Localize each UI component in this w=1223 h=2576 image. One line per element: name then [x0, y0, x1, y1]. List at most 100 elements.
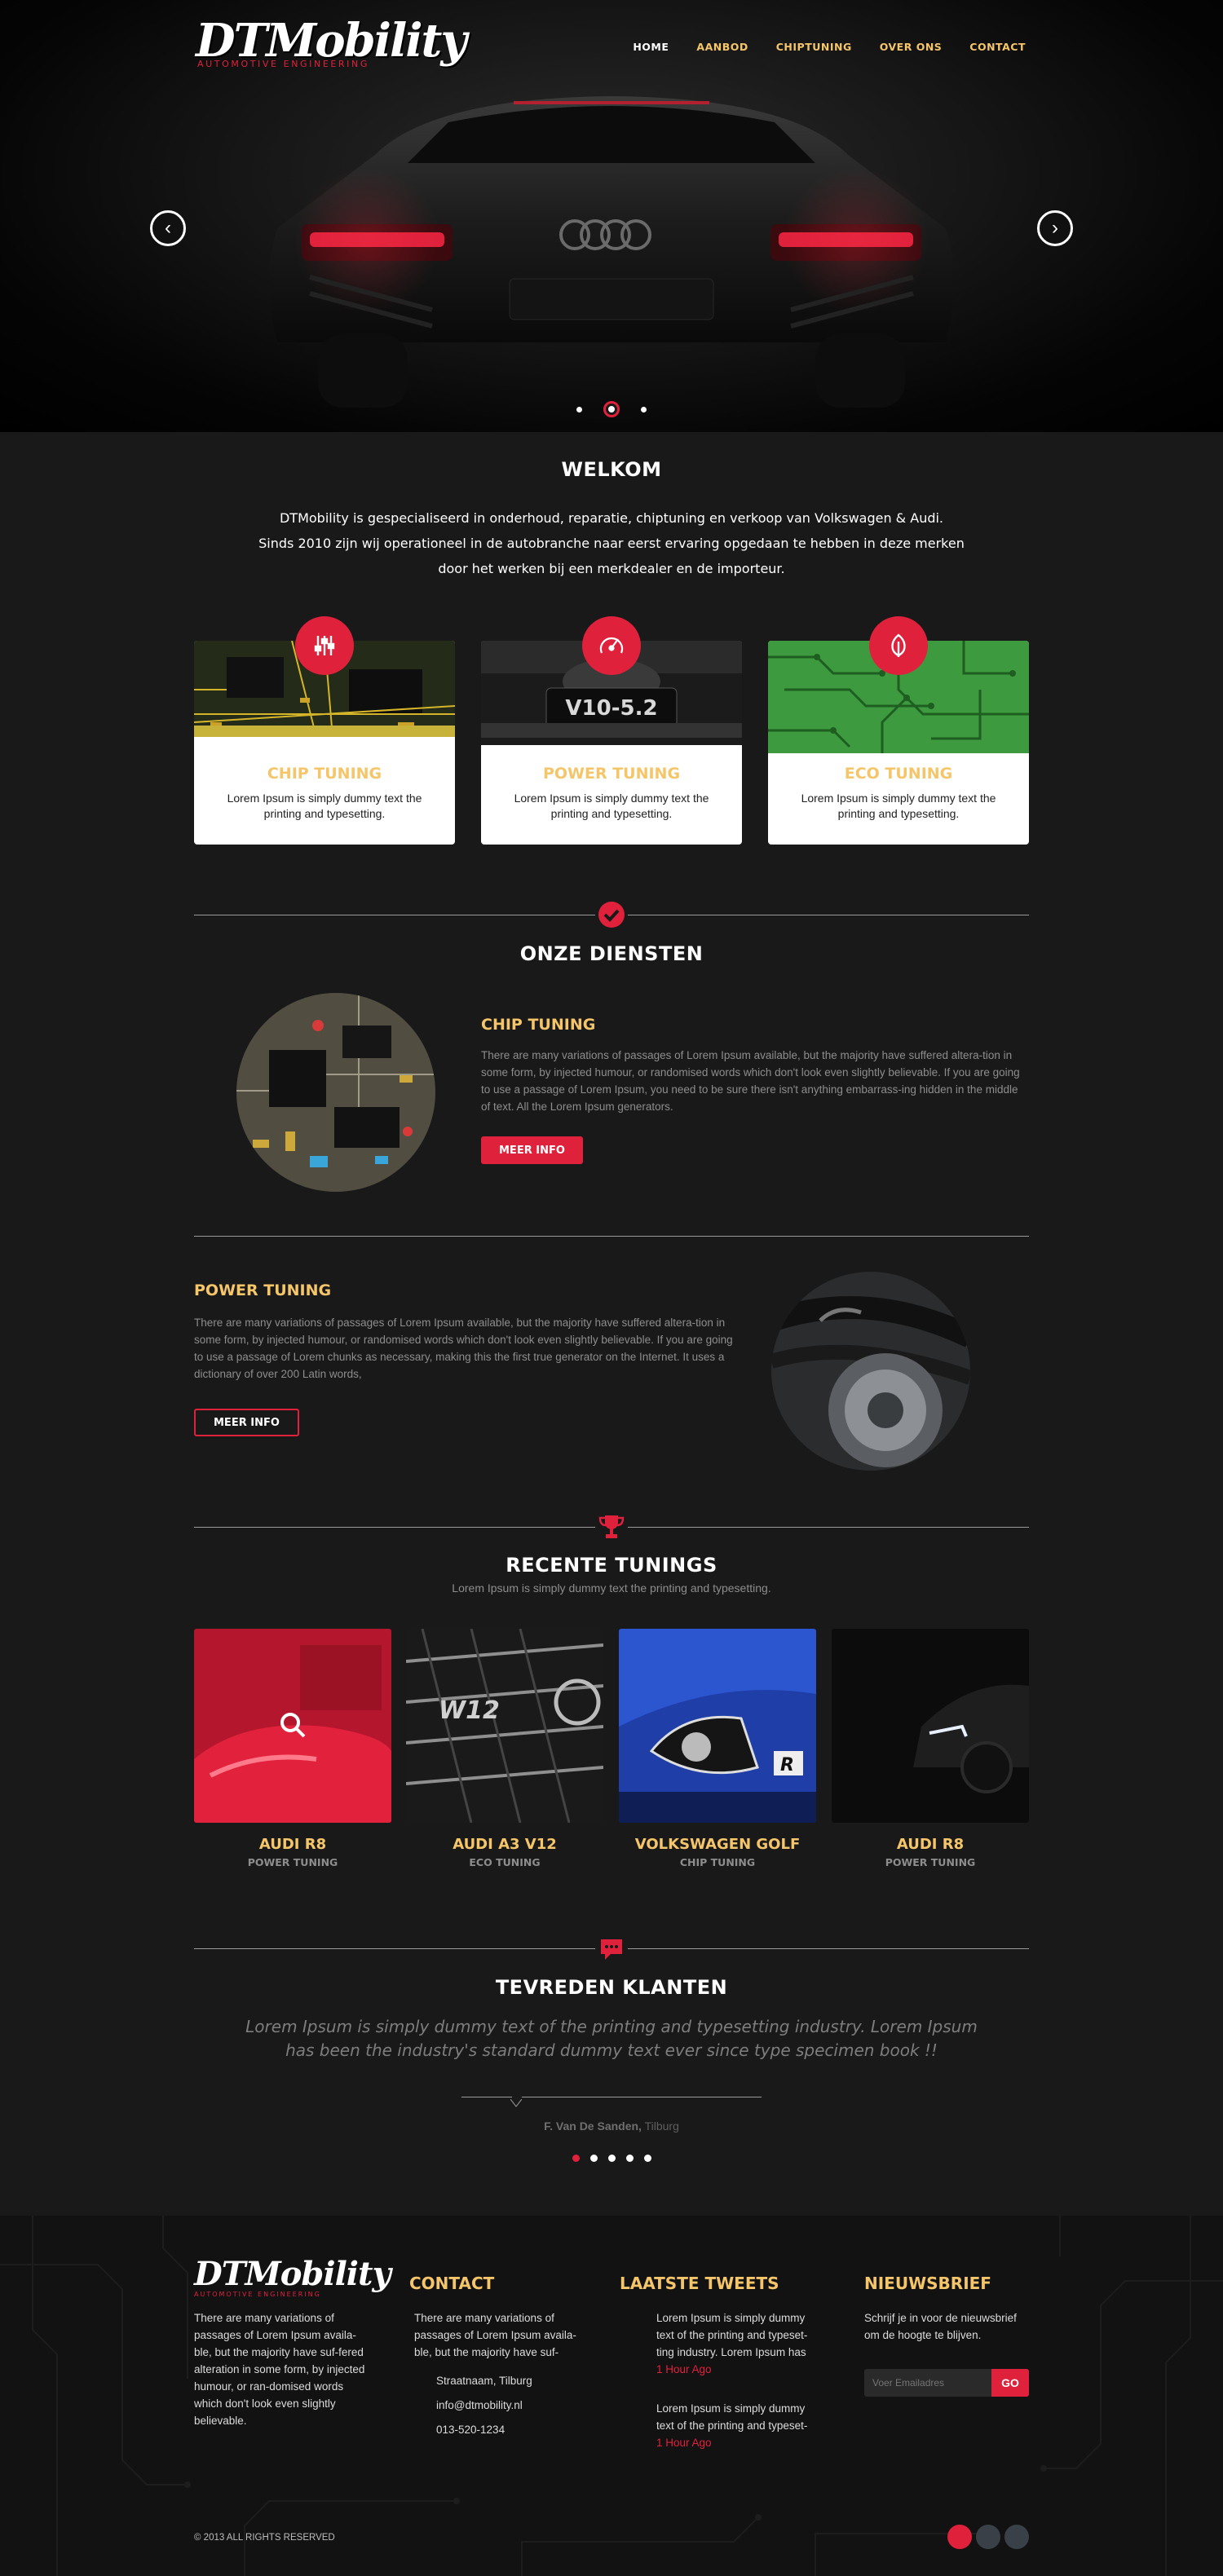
testimonial-dot-active[interactable]	[572, 2155, 580, 2162]
feature-card-eco-tuning[interactable]: ECO TUNING Lorem Ipsum is simply dummy t…	[768, 616, 1029, 845]
brand-logo[interactable]: DTMobility Automotive Engineering	[196, 14, 467, 69]
power-tuning-image	[771, 1272, 970, 1471]
nav-item-aanbod[interactable]: AANBOD	[696, 41, 748, 53]
recent-item-category: CHIP TUNING	[679, 1856, 756, 1868]
footer-about-text: There are many variations of passages of…	[194, 2312, 365, 2427]
magnify-icon[interactable]	[278, 1710, 307, 1744]
newsletter-text: Schrijf je in voor de nieuwsbrief om de …	[864, 2312, 1017, 2341]
main-nav: HOME AANBOD CHIPTUNING OVER ONS CONTACT	[633, 41, 1026, 53]
check-circle-icon	[595, 898, 628, 931]
tweet-time[interactable]: 1 Hour Ago	[656, 2361, 712, 2378]
nav-item-chiptuning[interactable]: CHIPTUNING	[776, 41, 852, 53]
recent-item-name: AUDI A3 V12	[453, 1836, 557, 1853]
engine-label: V10-5.2	[565, 696, 657, 721]
welcome-text: DTMobility is gespecialiseerd in onderho…	[204, 505, 1019, 581]
nav-item-over-ons[interactable]: OVER ONS	[880, 41, 943, 53]
slider-dots	[0, 401, 1223, 417]
grille-badge: R	[780, 1755, 794, 1775]
welcome-line: Sinds 2010 zijn wij operationeel in de a…	[258, 536, 965, 551]
social-icon-1[interactable]	[947, 2525, 972, 2549]
nav-item-contact[interactable]: CONTACT	[969, 41, 1026, 53]
welcome-line: door het werken bij een merkdealer en de…	[438, 561, 785, 576]
footer-street: Straatnaam, Tilburg	[436, 2375, 532, 2387]
trophy-icon	[595, 1511, 628, 1543]
testimonials-title: TEVREDEN KLANTEN	[495, 1976, 728, 1999]
recent-item-name: AUDI R8	[258, 1836, 327, 1853]
recent-item-name: VOLKSWAGEN GOLF	[634, 1836, 801, 1853]
tweet-text: Lorem Ipsum is simply dummy text of the …	[656, 2402, 808, 2432]
footer-brand-name: DTMobility	[194, 2255, 391, 2293]
section-divider	[194, 1236, 1029, 1237]
vw-golf-headlight-image: R	[619, 1629, 816, 1823]
social-icon-2[interactable]	[976, 2525, 1000, 2549]
service-text-power: There are many variations of passages of…	[194, 1317, 733, 1380]
feature-title: ECO TUNING	[844, 765, 953, 783]
nav-item-home[interactable]: HOME	[633, 41, 669, 53]
hero-car-image	[269, 96, 954, 408]
slider-next-button[interactable]: ›	[1037, 210, 1073, 246]
newsletter-email-input[interactable]	[864, 2369, 991, 2397]
feature-text: Lorem Ipsum is simply dummy text the pri…	[514, 792, 709, 820]
social-icon-3[interactable]	[1004, 2525, 1029, 2549]
recent-title: RECENTE TUNINGS	[506, 1554, 717, 1577]
chevron-left-icon: ‹	[165, 217, 171, 239]
hero-slider: DTMobility Automotive Engineering HOME A…	[0, 0, 1223, 432]
testimonial-author: F. Van De Sanden, Tilburg	[0, 2119, 1223, 2133]
slider-prev-button[interactable]: ‹	[150, 210, 186, 246]
newsletter-go-button[interactable]: GO	[991, 2369, 1029, 2397]
service-title-chip: CHIP TUNING	[481, 1016, 596, 1034]
feature-card-chip-tuning[interactable]: CHIP TUNING Lorem Ipsum is simply dummy …	[194, 616, 455, 845]
brand-name: DTMobility	[196, 14, 467, 68]
recent-subtitle: Lorem Ipsum is simply dummy text the pri…	[452, 1581, 771, 1595]
chevron-right-icon: ›	[1052, 217, 1058, 239]
footer-email[interactable]: info@dtmobility.nl	[436, 2397, 523, 2414]
recent-item[interactable]: W12 AUDI A3 V12 ECO TUNING	[406, 1629, 603, 1868]
audi-a3-grille-image: W12	[406, 1629, 603, 1823]
footer-contact-text: There are many variations of passages of…	[414, 2312, 576, 2358]
testimonial-dot[interactable]	[607, 2155, 616, 2162]
slider-dot[interactable]	[576, 406, 582, 412]
audi-r8-red-image	[194, 1629, 391, 1823]
services-title: ONZE DIENSTEN	[519, 942, 704, 965]
service-text-chip: There are many variations of passages of…	[481, 1049, 1020, 1113]
welcome-line: DTMobility is gespecialiseerd in onderho…	[279, 510, 944, 526]
testimonial-dot[interactable]	[643, 2155, 651, 2162]
chip-meer-info-button[interactable]: MEER INFO	[481, 1136, 583, 1164]
footer-phone: 013-520-1234	[436, 2424, 506, 2436]
testimonial-dot[interactable]	[589, 2155, 598, 2162]
footer-contact-title: CONTACT	[409, 2274, 495, 2293]
power-meer-info-button[interactable]: MEER INFO	[194, 1409, 299, 1436]
equalizer-icon	[295, 616, 354, 675]
service-title-power: POWER TUNING	[194, 1281, 332, 1299]
tweet-time[interactable]: 1 Hour Ago	[656, 2434, 712, 2451]
footer-logo[interactable]: DTMobility Automotive Engineering	[194, 2255, 391, 2299]
recent-item-name: AUDI R8	[896, 1836, 965, 1853]
recent-item-category: POWER TUNING	[885, 1856, 976, 1868]
recent-item-category: POWER TUNING	[247, 1856, 338, 1868]
testimonial-quote: Lorem Ipsum is simply dummy text of the …	[245, 2017, 978, 2060]
recent-item[interactable]: AUDI R8 POWER TUNING	[832, 1629, 1029, 1868]
grille-label: W12	[439, 1696, 500, 1725]
circuit-background	[0, 2216, 1223, 2576]
audi-r8-black-image	[832, 1629, 1029, 1823]
chat-bubble-icon	[595, 1932, 628, 1965]
slider-dot[interactable]	[641, 406, 647, 412]
leaf-icon	[869, 616, 928, 675]
recent-item[interactable]: AUDI R8 POWER TUNING	[194, 1629, 391, 1868]
footer-newsletter-title: NIEUWSBRIEF	[864, 2274, 991, 2293]
feature-title: CHIP TUNING	[267, 765, 382, 783]
feature-card-power-tuning[interactable]: V10-5.2 POWER TUNING Lorem Ipsum is simp…	[481, 616, 742, 845]
speedometer-icon	[582, 616, 641, 675]
recent-item[interactable]: R VOLKSWAGEN GOLF CHIP TUNING	[619, 1629, 816, 1868]
tweet-text: Lorem Ipsum is simply dummy text of the …	[656, 2312, 808, 2358]
quote-pointer	[510, 2097, 523, 2111]
footer-tweets-title: LAATSTE TWEETS	[620, 2274, 779, 2293]
feature-text: Lorem Ipsum is simply dummy text the pri…	[801, 792, 996, 820]
testimonial-dot[interactable]	[625, 2155, 634, 2162]
footer	[0, 2216, 1223, 2576]
author-name: F. Van De Sanden,	[544, 2119, 642, 2133]
feature-title: POWER TUNING	[542, 765, 681, 783]
feature-text: Lorem Ipsum is simply dummy text the pri…	[227, 792, 422, 820]
slider-dot-active[interactable]	[603, 401, 620, 417]
copyright: © 2013 ALL RIGHTS RESERVED	[194, 2533, 335, 2543]
